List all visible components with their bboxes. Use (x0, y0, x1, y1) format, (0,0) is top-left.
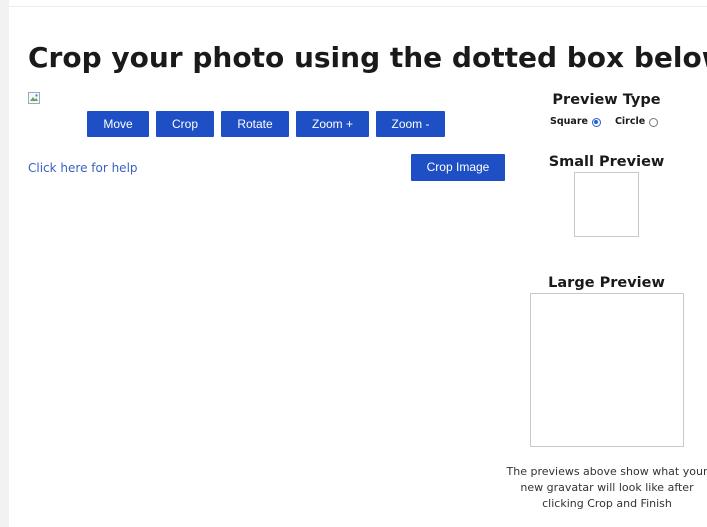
crop-image-button[interactable]: Crop Image (411, 154, 505, 181)
square-option-label: Square (550, 116, 588, 127)
top-divider (9, 6, 707, 7)
circle-option-label: Circle (614, 116, 646, 127)
zoom-in-button[interactable]: Zoom + (296, 111, 369, 137)
circle-radio[interactable] (649, 117, 659, 127)
left-border (0, 0, 9, 527)
small-preview-heading: Small Preview (548, 154, 665, 170)
broken-image-icon (28, 92, 40, 104)
large-preview-heading: Large Preview (548, 275, 665, 291)
large-preview-box (530, 293, 684, 447)
rotate-button[interactable]: Rotate (221, 111, 289, 137)
move-button[interactable]: Move (87, 111, 149, 137)
preview-note: The previews above show what your new gr… (506, 465, 707, 510)
preview-type-heading: Preview Type (552, 92, 661, 108)
zoom-out-button[interactable]: Zoom - (376, 111, 445, 137)
page-title: Crop your photo using the dotted box bel… (28, 41, 707, 74)
page: Crop your photo using the dotted box bel… (0, 0, 707, 527)
crop-button[interactable]: Crop (156, 111, 214, 137)
help-link[interactable]: Click here for help (28, 160, 138, 176)
preview-type-options: Square Circle (550, 116, 659, 128)
square-radio[interactable] (591, 117, 601, 127)
small-preview-box (574, 172, 639, 237)
